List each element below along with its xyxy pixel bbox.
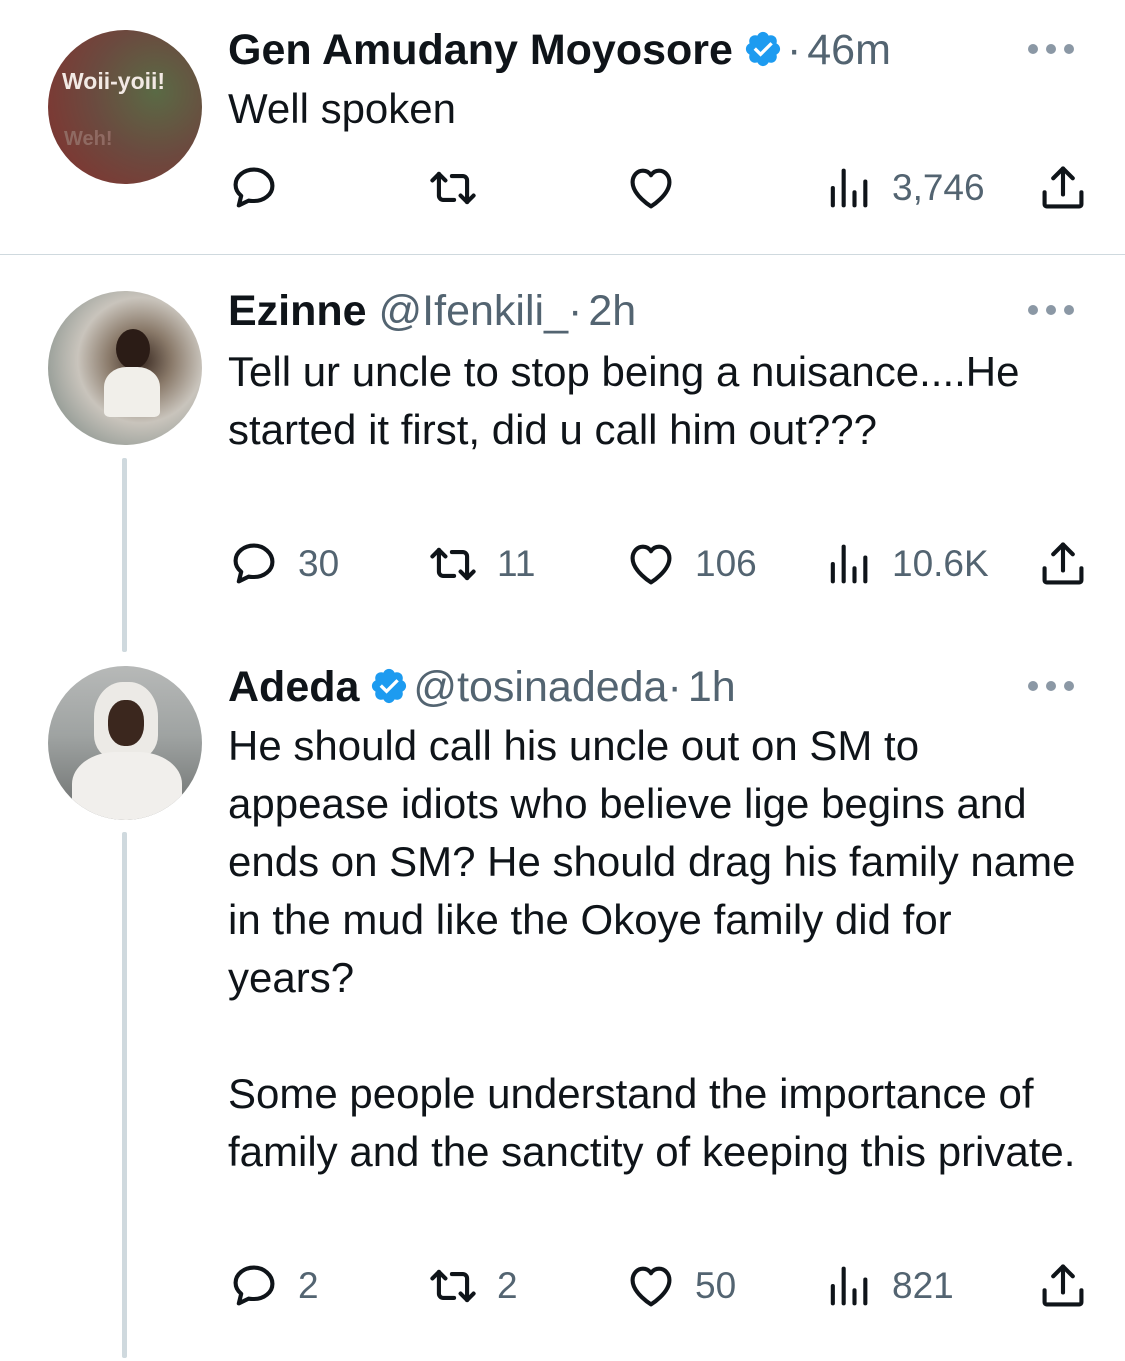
avatar-figure-body bbox=[104, 367, 160, 417]
tweet-header: Gen Amudany Moyosore · 46m bbox=[228, 24, 891, 76]
retweet-icon bbox=[430, 547, 476, 581]
more-icon[interactable] bbox=[1028, 679, 1074, 693]
views-button[interactable]: 821 bbox=[822, 1258, 954, 1314]
tweet-ezinne[interactable]: Ezinne @Ifenkili_· 2h Tell ur uncle to st… bbox=[0, 255, 1125, 655]
timestamp[interactable]: 46m bbox=[807, 26, 891, 74]
handle[interactable]: @Ifenkili_ bbox=[379, 287, 568, 335]
views-icon bbox=[830, 1266, 868, 1306]
retweet-icon bbox=[430, 1269, 476, 1303]
share-icon bbox=[1042, 166, 1084, 209]
tweet-paragraph: Tell ur uncle to stop being a nuisance..… bbox=[228, 348, 1020, 453]
reply-icon bbox=[233, 167, 275, 208]
views-icon bbox=[830, 168, 868, 208]
timestamp[interactable]: 1h bbox=[688, 663, 736, 711]
reply-count: 30 bbox=[298, 543, 340, 584]
tweet-actions: 2 2 50 821 bbox=[0, 1258, 1125, 1314]
tweet-header: Adeda @tosinadeda· 1h bbox=[228, 661, 736, 713]
verified-badge-icon bbox=[745, 31, 781, 67]
avatar-text-top: Woii-yoii! bbox=[62, 68, 166, 94]
tweet-text: Tell ur uncle to stop being a nuisance..… bbox=[228, 343, 1088, 459]
like-button[interactable]: 106 bbox=[625, 536, 757, 592]
share-icon bbox=[1042, 542, 1084, 585]
tweet-paragraph: Well spoken bbox=[228, 85, 457, 132]
display-name[interactable]: Ezinne bbox=[228, 287, 367, 335]
views-icon bbox=[830, 544, 868, 584]
retweet-button[interactable]: 11 bbox=[427, 536, 535, 592]
share-button[interactable] bbox=[1037, 1258, 1089, 1314]
retweet-button[interactable] bbox=[427, 160, 497, 216]
heart-icon bbox=[630, 544, 672, 585]
share-button[interactable] bbox=[1037, 160, 1089, 216]
tweet-actions: 3,746 bbox=[0, 160, 1125, 216]
heart-icon bbox=[630, 168, 672, 209]
reply-icon bbox=[233, 543, 275, 584]
like-count: 106 bbox=[695, 543, 757, 584]
reply-button[interactable]: 2 bbox=[228, 1258, 319, 1314]
avatar-body bbox=[72, 752, 182, 820]
retweet-icon bbox=[430, 171, 476, 205]
thread-line bbox=[122, 458, 127, 652]
reply-button[interactable]: 30 bbox=[228, 536, 339, 592]
display-name[interactable]: Gen Amudany Moyosore bbox=[228, 26, 733, 74]
handle[interactable]: @tosinadeda bbox=[413, 663, 667, 711]
separator-dot: · bbox=[667, 663, 682, 711]
tweet-adeda[interactable]: Adeda @tosinadeda· 1h He should call his u… bbox=[0, 655, 1125, 1361]
views-count: 3,746 bbox=[892, 167, 985, 208]
views-button[interactable]: 10.6K bbox=[822, 536, 989, 592]
tweet-gen-amudany[interactable]: Woii-yoii! Weh! Gen Amudany Moyosore · 46m… bbox=[0, 0, 1125, 255]
like-button[interactable] bbox=[625, 160, 695, 216]
reply-icon bbox=[233, 1265, 275, 1306]
avatar[interactable] bbox=[48, 666, 202, 820]
views-count: 10.6K bbox=[892, 543, 989, 584]
retweet-button[interactable]: 2 bbox=[427, 1258, 518, 1314]
like-button[interactable]: 50 bbox=[625, 1258, 736, 1314]
more-icon[interactable] bbox=[1028, 303, 1074, 317]
tweet-text: Well spoken bbox=[228, 80, 1088, 138]
tweet-paragraph: Some people understand the importance of… bbox=[228, 1070, 1076, 1175]
reply-button[interactable] bbox=[228, 160, 298, 216]
like-count: 50 bbox=[695, 1265, 737, 1306]
retweet-count: 2 bbox=[497, 1265, 518, 1306]
share-icon bbox=[1042, 1264, 1084, 1307]
more-icon[interactable] bbox=[1028, 42, 1074, 56]
verified-badge-icon bbox=[372, 668, 407, 704]
avatar-text-bottom: Weh! bbox=[64, 128, 113, 150]
thread-line bbox=[122, 832, 127, 1358]
retweet-count: 11 bbox=[497, 543, 536, 584]
avatar-figure bbox=[116, 329, 150, 369]
tweet-text: He should call his uncle out on SM to ap… bbox=[228, 717, 1088, 1181]
views-count: 821 bbox=[892, 1265, 954, 1306]
share-button[interactable] bbox=[1037, 536, 1089, 592]
avatar-face bbox=[108, 700, 144, 746]
views-button[interactable]: 3,746 bbox=[822, 160, 985, 216]
reply-count: 2 bbox=[298, 1265, 319, 1306]
tweet-actions: 30 11 106 10.6K bbox=[0, 536, 1125, 592]
heart-icon bbox=[630, 1266, 672, 1307]
separator-dot: · bbox=[567, 287, 583, 335]
tweet-paragraph: He should call his uncle out on SM to ap… bbox=[228, 722, 1076, 1001]
timestamp[interactable]: 2h bbox=[588, 287, 636, 335]
display-name[interactable]: Adeda bbox=[228, 663, 359, 711]
avatar[interactable] bbox=[48, 291, 202, 445]
tweet-header: Ezinne @Ifenkili_· 2h bbox=[228, 285, 636, 337]
separator-dot: · bbox=[786, 26, 802, 74]
